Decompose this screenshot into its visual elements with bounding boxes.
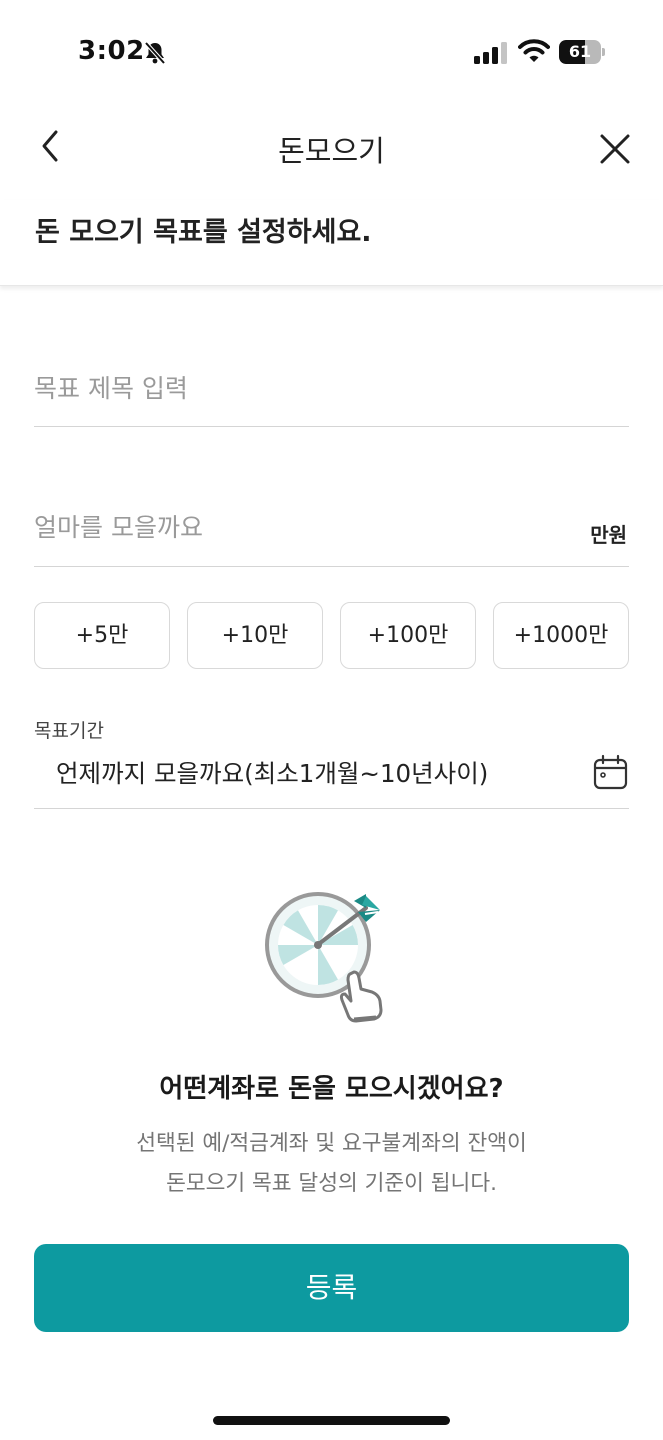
account-description-line2: 돈모으기 목표 달성의 기준이 됩니다. [166,1171,497,1196]
battery-icon: 61 [559,40,605,64]
period-field[interactable]: 언제까지 모을까요(최소1개월~10년사이) [34,740,629,809]
goal-title-input[interactable] [34,366,554,410]
add-10m-button[interactable]: +1000만 [493,602,629,669]
account-question: 어떤계좌로 돈을 모으시겠어요? [159,1074,504,1104]
page-title: 돈모으기 [278,134,385,168]
wifi-icon [518,39,550,62]
bell-slash-icon [144,41,166,65]
status-bar: 3:02 61 [0,0,663,100]
amount-field: 만원 [34,497,629,567]
battery-percent: 61 [568,42,592,61]
target-arrow-illustration [265,892,383,1023]
amount-unit: 만원 [590,523,627,547]
navigation-bar: 돈모으기 [0,100,663,200]
goal-setup-screen: 3:02 61 돈모으기 돈 모으기 목표를 설정하세요. 목표 제목 입력 얼… [0,0,663,1440]
add-50k-button[interactable]: +5만 [34,602,170,669]
signal-icon [474,42,507,64]
amount-input[interactable] [34,505,554,549]
add-1m-button[interactable]: +100만 [340,602,476,669]
period-label: 목표기간 [34,720,104,742]
account-description-line1: 선택된 예/적금계좌 및 요구불계좌의 잔액이 [136,1131,527,1156]
subtitle-banner: 돈 모으기 목표를 설정하세요. [0,200,663,286]
home-indicator [213,1416,450,1425]
add-100k-button[interactable]: +10만 [187,602,323,669]
goal-title-field [34,358,629,427]
status-time: 3:02 [78,36,145,66]
register-button[interactable]: 등록 [34,1244,629,1332]
quick-amount-chips: +5만 +10만 +100만 +1000만 [34,602,629,669]
close-icon[interactable] [598,132,632,166]
subtitle: 돈 모으기 목표를 설정하세요. [35,217,372,248]
calendar-icon[interactable] [592,754,629,791]
period-placeholder: 언제까지 모을까요(최소1개월~10년사이) [56,759,489,788]
